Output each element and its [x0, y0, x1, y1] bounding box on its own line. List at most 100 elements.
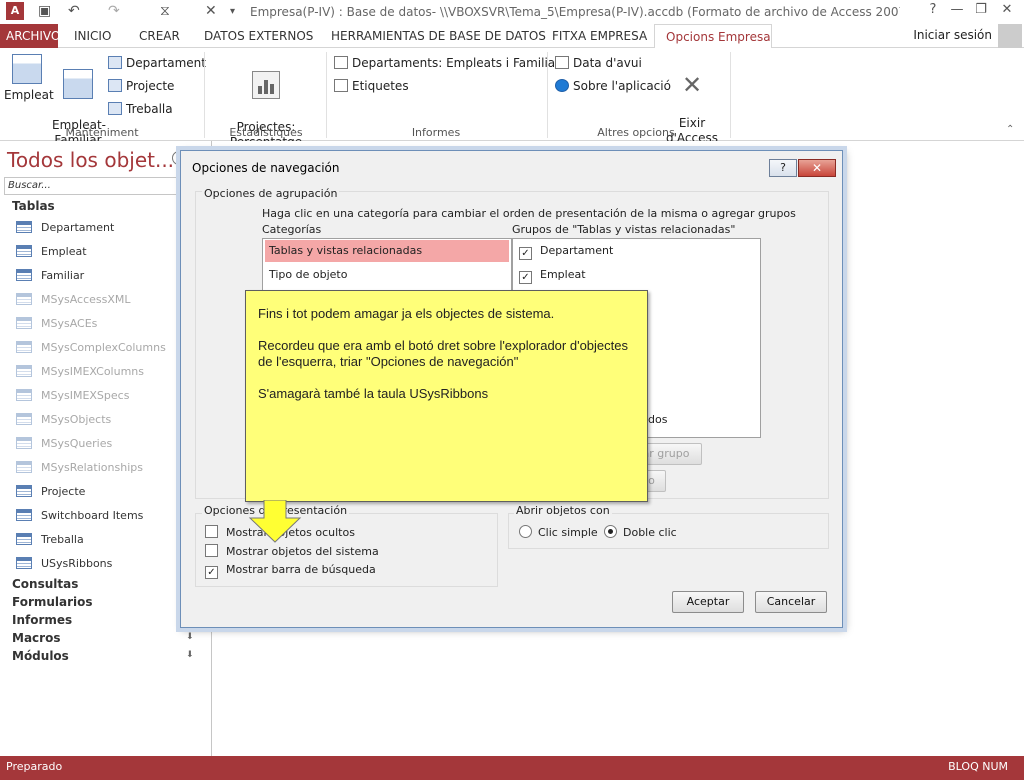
treballa-button[interactable]: Treballa: [108, 100, 173, 118]
tab-opcions-empresa[interactable]: Opcions Empresa: [654, 24, 772, 49]
num-lock-indicator: BLOQ NUM: [948, 760, 1008, 773]
nav-search-input[interactable]: Buscar...: [4, 177, 208, 195]
tab-herramientas[interactable]: HERRAMIENTAS DE BASE DE DATOS: [325, 24, 552, 48]
category-item[interactable]: Tablas y vistas relacionadas: [265, 240, 509, 262]
nav-item-table[interactable]: Departament: [16, 217, 114, 239]
display-option-checkbox[interactable]: [205, 525, 218, 538]
nav-item-table[interactable]: MSysACEs: [16, 313, 97, 335]
etiquetes-button[interactable]: Etiquetes: [334, 77, 409, 95]
switchboard-icon[interactable]: ⧖: [160, 3, 170, 19]
departament-label: Departament: [126, 56, 206, 70]
treballa-label: Treballa: [126, 102, 173, 116]
nav-item-table[interactable]: Treballa: [16, 529, 84, 551]
sobre-aplicacio-label: Sobre l'aplicació: [573, 79, 671, 93]
save-icon[interactable]: ▣: [38, 3, 51, 19]
open-option-radio[interactable]: [604, 525, 617, 538]
status-bar: Preparado BLOQ NUM: [0, 756, 1024, 780]
avatar[interactable]: [998, 24, 1022, 48]
table-icon: [16, 293, 32, 305]
collapse-ribbon-icon[interactable]: ⌃: [1006, 124, 1014, 135]
minimize-icon[interactable]: —: [946, 2, 968, 20]
departaments-report-button[interactable]: Departaments: Empleats i Familiars: [334, 54, 566, 72]
nav-pane-title[interactable]: Todos los objet...: [7, 148, 174, 172]
tab-fitxa-empresa[interactable]: FITXA EMPRESA: [546, 24, 653, 48]
window-title: Empresa(P-IV) : Base de datos- \\VBOXSVR…: [250, 5, 900, 19]
nav-item-label: MSysRelationships: [41, 461, 143, 474]
nav-item-table[interactable]: MSysComplexColumns: [16, 337, 166, 359]
group-label-manteniment: Manteniment: [65, 126, 139, 139]
access-logo-icon: A: [6, 2, 24, 20]
restore-icon[interactable]: ❐: [970, 2, 992, 20]
nav-group-header[interactable]: Consultas: [12, 577, 78, 591]
nav-group-header[interactable]: Formularios: [12, 595, 93, 609]
group-checkbox[interactable]: ✓: [519, 271, 532, 284]
open-option[interactable]: Doble clic: [604, 525, 677, 539]
open-option-radio[interactable]: [519, 525, 532, 538]
undo-icon[interactable]: ↶: [68, 3, 80, 19]
nav-item-table[interactable]: MSysObjects: [16, 409, 111, 431]
table-icon: [16, 461, 32, 473]
table-icon: [16, 389, 32, 401]
grouping-instruction: Haga clic en una categoría para cambiar …: [262, 207, 796, 220]
close-icon[interactable]: ✕: [996, 2, 1018, 20]
tab-datos-externos[interactable]: DATOS EXTERNOS: [198, 24, 319, 48]
nav-group-header[interactable]: Macros: [12, 631, 60, 645]
form-icon: [108, 56, 122, 69]
display-option-checkbox[interactable]: [205, 544, 218, 557]
tab-inicio[interactable]: INICIO: [68, 24, 117, 48]
nav-item-label: MSysACEs: [41, 317, 98, 330]
nav-item-label: MSysAccessXML: [41, 293, 131, 306]
nav-item-table[interactable]: MSysAccessXML: [16, 289, 131, 311]
group-item[interactable]: ✓ Empleat: [515, 264, 586, 286]
data-avui-button[interactable]: Data d'avui: [555, 54, 642, 72]
tutorial-note: Fins i tot podem amagar ja els objectes …: [245, 290, 648, 502]
report-icon: [334, 56, 348, 69]
nav-item-table[interactable]: MSysIMEXColumns: [16, 361, 144, 383]
group-checkbox[interactable]: ✓: [519, 247, 532, 260]
projecte-button[interactable]: Projecte: [108, 77, 174, 95]
tab-crear[interactable]: CREAR: [133, 24, 186, 48]
redo-icon[interactable]: ↷: [108, 3, 120, 19]
nav-group-tablas[interactable]: Tablas: [12, 199, 55, 213]
dialog-title: Opciones de navegación: [192, 161, 340, 175]
nav-item-label: MSysObjects: [41, 413, 112, 426]
departament-button[interactable]: Departament: [108, 54, 206, 72]
table-icon: [16, 365, 32, 377]
sobre-aplicacio-button[interactable]: Sobre l'aplicació: [555, 77, 671, 95]
nav-item-table[interactable]: Familiar: [16, 265, 84, 287]
cancel-button[interactable]: Cancelar: [755, 591, 827, 613]
nav-item-table[interactable]: Projecte: [16, 481, 85, 503]
open-option[interactable]: Clic simple: [519, 525, 598, 539]
empleat-button[interactable]: Empleat: [4, 54, 54, 103]
category-item[interactable]: Tipo de objeto: [265, 264, 509, 286]
nav-group-header[interactable]: Informes: [12, 613, 72, 627]
table-icon: [16, 437, 32, 449]
nav-group-header[interactable]: Módulos: [12, 649, 69, 663]
nav-item-table[interactable]: MSysIMEXSpecs: [16, 385, 129, 407]
table-icon: [16, 221, 32, 233]
group-divider: [204, 52, 205, 138]
display-option-checkbox[interactable]: ✓: [205, 566, 218, 579]
chevron-down-icon[interactable]: ⬇: [186, 650, 194, 660]
nav-item-table[interactable]: MSysRelationships: [16, 457, 143, 479]
close-db-icon[interactable]: ✕: [205, 3, 217, 19]
group-item[interactable]: ✓ Departament: [515, 240, 613, 262]
display-option[interactable]: Mostrar objetos del sistema: [205, 544, 379, 558]
note-paragraph-2: Recordeu que era amb el botó dret sobre …: [258, 338, 628, 369]
nav-item-table[interactable]: USysRibbons: [16, 553, 112, 575]
group-item-label: Departament: [540, 244, 614, 257]
ok-button[interactable]: Aceptar: [672, 591, 744, 613]
dialog-close-button[interactable]: ✕: [798, 159, 836, 177]
nav-item-table[interactable]: Empleat: [16, 241, 87, 263]
dialog-help-button[interactable]: ?: [769, 159, 797, 177]
help-icon[interactable]: ?: [922, 2, 944, 20]
display-option[interactable]: ✓ Mostrar barra de búsqueda: [205, 563, 376, 579]
tab-archivo[interactable]: ARCHIVO: [0, 24, 60, 48]
nav-item-table[interactable]: Switchboard Items: [16, 505, 143, 527]
sign-in-link[interactable]: Iniciar sesión: [913, 28, 992, 42]
customize-qat-icon[interactable]: ▾: [230, 6, 235, 17]
chevron-down-icon[interactable]: ⬇: [186, 632, 194, 642]
etiquetes-label: Etiquetes: [352, 79, 409, 93]
status-text: Preparado: [6, 760, 63, 773]
nav-item-table[interactable]: MSysQueries: [16, 433, 112, 455]
